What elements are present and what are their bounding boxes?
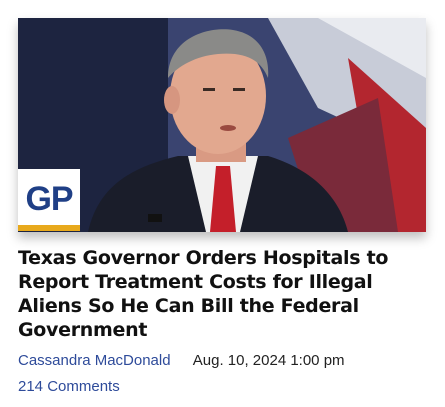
article-card: GP Texas Governor Orders Hospitals to Re… — [0, 0, 445, 407]
article-headline[interactable]: Texas Governor Orders Hospitals to Repor… — [18, 246, 428, 342]
site-logo[interactable]: GP — [18, 169, 80, 231]
publish-date: Aug. 10, 2024 1:00 pm — [192, 352, 345, 369]
author-link[interactable]: Cassandra MacDonald — [18, 352, 171, 369]
site-logo-text: GP — [25, 179, 73, 218]
article-meta: Cassandra MacDonald Aug. 10, 2024 1:00 p… — [18, 352, 345, 369]
comments-link[interactable]: 214 Comments — [18, 378, 120, 395]
